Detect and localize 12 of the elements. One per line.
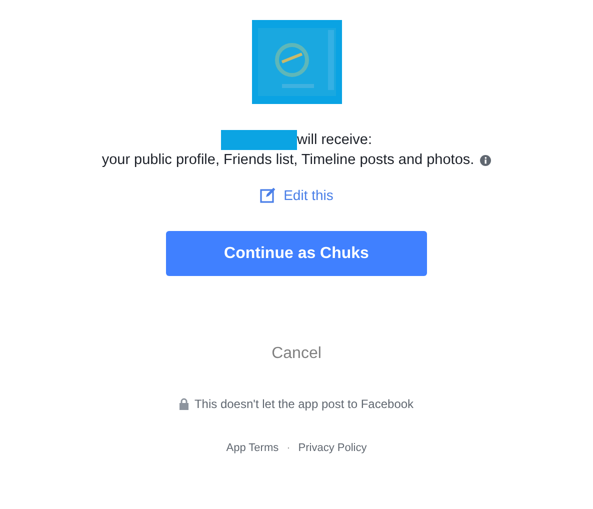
separator: · xyxy=(286,442,290,454)
cancel-button[interactable]: Cancel xyxy=(272,345,322,363)
permissions-text: your public profile, Friends list, Timeline posts and photos. xyxy=(102,152,474,168)
info-icon[interactable] xyxy=(480,154,492,166)
lock-icon xyxy=(179,398,190,410)
permissions-heading: will receive: xyxy=(297,132,372,148)
footer-link[interactable]: App Terms xyxy=(226,442,279,454)
edit-icon xyxy=(260,187,276,203)
edit-link[interactable]: Edit this xyxy=(260,187,334,203)
footer-link[interactable]: Privacy Policy xyxy=(298,442,367,454)
notice-text: This doesn't let the app post to Facebook xyxy=(194,397,414,411)
continue-button[interactable]: Continue as Chuks xyxy=(166,231,427,276)
